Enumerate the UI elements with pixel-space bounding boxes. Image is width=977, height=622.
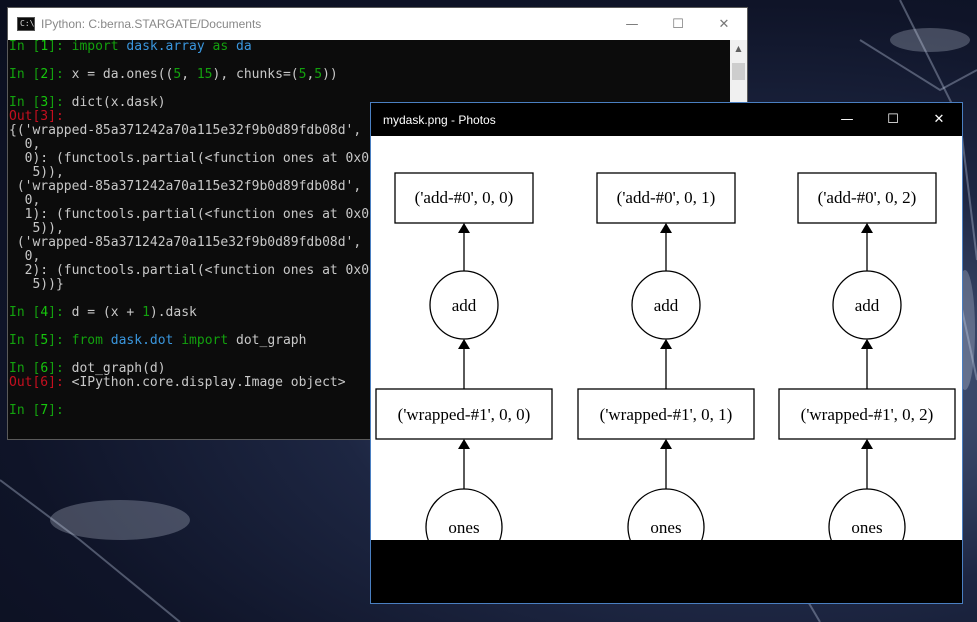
console-minimize-button[interactable]: — (609, 8, 655, 40)
console-text: ]: (48, 361, 72, 376)
console-text: , (181, 67, 197, 82)
console-line: In [2]: x = da.ones((5, 15), chunks=(5,5… (9, 68, 730, 82)
console-text: 5))} (9, 277, 64, 292)
console-text: da (228, 39, 252, 54)
dask-graph-image: ('add-#0', 0, 0) add ('wrapped-#1', 0, 0) o… (371, 136, 962, 566)
console-text: 7 (40, 403, 49, 418)
console-text: ).dask (149, 305, 197, 320)
wrapped-node-label: ('wrapped-#1', 0, 0) (398, 405, 531, 424)
add-op-label: add (452, 296, 477, 315)
console-app-icon: C:\ (17, 17, 35, 31)
add-node-label: ('add-#0', 0, 2) (818, 188, 917, 207)
console-text: Out[3]: (9, 109, 64, 124)
wrapped-node-label: ('wrapped-#1', 0, 2) (801, 405, 934, 424)
console-text: ]: (48, 67, 72, 82)
console-text: 3 (40, 95, 49, 110)
photos-maximize-button[interactable]: ☐ (870, 103, 916, 136)
console-text: 0, (9, 137, 41, 152)
console-close-button[interactable]: ✕ (701, 8, 747, 40)
console-text: In [ (9, 333, 41, 348)
ones-op-label: ones (448, 518, 479, 537)
console-text: 0, (9, 193, 41, 208)
console-text: ), chunks=( (212, 67, 299, 82)
console-text: import (181, 333, 229, 348)
console-text: In [ (9, 361, 41, 376)
dask-task-graph: ('add-#0', 0, 0) add ('wrapped-#1', 0, 0) o… (375, 172, 956, 566)
console-text: dot_graph(d) (71, 361, 166, 376)
photos-window-title: mydask.png - Photos (383, 112, 496, 127)
console-text: In [ (9, 403, 41, 418)
console-text: Out[6]: (9, 375, 72, 390)
console-text: In [ (9, 67, 41, 82)
console-text: dask.array (118, 39, 213, 54)
console-text: dot_graph (228, 333, 307, 348)
console-text: {('wrapped-85a371242a70a115e32f9b0d89fdb… (9, 123, 362, 138)
console-text: 4 (40, 305, 49, 320)
console-window-title: IPython: C:berna.STARGATE/Documents (41, 17, 262, 31)
console-text: ('wrapped-85a371242a70a115e32f9b0d89fdb0… (9, 235, 362, 250)
photos-titlebar[interactable]: mydask.png - Photos — ☐ ✕ (371, 103, 962, 136)
console-text: from (71, 333, 103, 348)
console-text: 5 (40, 333, 49, 348)
console-text: 5)), (9, 165, 64, 180)
console-line: In [1]: import dask.array as da (9, 40, 730, 54)
console-text: 2): (functools.partial(<function ones at… (9, 263, 370, 278)
console-text: In [ (9, 95, 41, 110)
console-maximize-button[interactable]: ☐ (655, 8, 701, 40)
console-text: x = da.ones(( (71, 67, 174, 82)
console-text: ]: (48, 95, 72, 110)
photos-close-button[interactable]: ✕ (916, 103, 962, 136)
console-text: ]: (48, 403, 64, 418)
ones-op-label: ones (851, 518, 882, 537)
add-node-label: ('add-#0', 0, 0) (415, 188, 514, 207)
console-text: ('wrapped-85a371242a70a115e32f9b0d89fdb0… (9, 179, 362, 194)
console-text: 0): (functools.partial(<function ones at… (9, 151, 370, 166)
photos-minimize-button[interactable]: — (824, 103, 870, 136)
console-text: 1 (40, 39, 49, 54)
console-text: ]: (48, 333, 72, 348)
console-text: )) (322, 67, 338, 82)
wrapped-node-label: ('wrapped-#1', 0, 1) (600, 405, 733, 424)
add-op-label: add (654, 296, 679, 315)
scroll-up-arrow-icon[interactable]: ▲ (730, 40, 747, 57)
console-text: as (212, 39, 229, 54)
console-text: ]: (48, 39, 72, 54)
add-op-label: add (855, 296, 880, 315)
console-text: 0, (9, 249, 41, 264)
console-text: In [ (9, 305, 41, 320)
console-text: 1 (142, 305, 150, 320)
add-node-label: ('add-#0', 0, 1) (617, 188, 716, 207)
console-text: 5)), (9, 221, 64, 236)
console-text: dask.dot (102, 333, 182, 348)
console-text: In [ (9, 39, 41, 54)
photos-window[interactable]: mydask.png - Photos — ☐ ✕ ('add-#0', 0, … (370, 102, 963, 604)
console-text: dict(x.dask) (71, 95, 166, 110)
ones-op-label: ones (650, 518, 681, 537)
console-text: <IPython.core.display.Image object> (71, 375, 346, 390)
graph-column: ('add-#0', 0, 0) add ('wrapped-#1', 0, 0) o… (375, 172, 553, 566)
console-titlebar[interactable]: C:\ IPython: C:berna.STARGATE/Documents … (8, 8, 747, 40)
scrollbar-thumb[interactable] (732, 63, 745, 80)
console-text: 2 (40, 67, 49, 82)
console-text: import (71, 39, 119, 54)
graph-column: ('add-#0', 0, 2) add ('wrapped-#1', 0, 2) o… (778, 172, 956, 566)
console-text: ]: (48, 305, 72, 320)
console-text: d = (x + (71, 305, 143, 320)
console-text: 5 (314, 67, 323, 82)
console-text: 6 (40, 361, 49, 376)
console-text: 1): (functools.partial(<function ones at… (9, 207, 370, 222)
graph-column: ('add-#0', 0, 1) add ('wrapped-#1', 0, 1) o… (577, 172, 755, 566)
console-text: 15 (196, 67, 213, 82)
